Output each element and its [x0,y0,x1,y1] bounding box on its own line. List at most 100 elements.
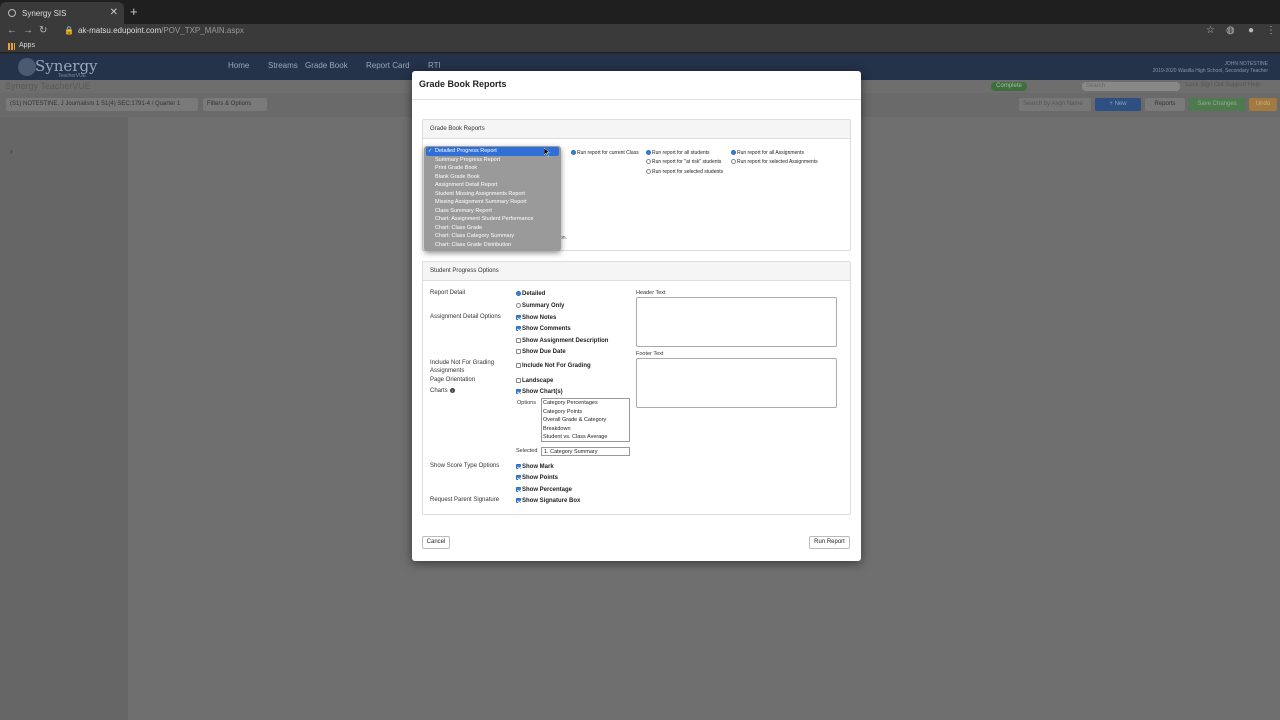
checkbox-icon [516,338,521,343]
option-label: Include Not For Grading [522,363,591,370]
complete-badge: Complete [991,82,1027,91]
new-tab-icon[interactable]: + [130,4,138,19]
dropdown-option[interactable]: Blank Grade Book [424,173,561,182]
undo-button[interactable]: Undo [1249,98,1277,111]
run-report-button[interactable]: Run Report [809,536,850,549]
show-charts-checkbox[interactable]: Show Chart(s) [516,389,563,395]
summary-only-radio[interactable]: Summary Only [516,303,564,309]
detailed-radio[interactable]: Detailed [516,291,545,297]
checkmark-icon: ✓ [428,148,433,154]
reports-button[interactable]: Reports [1145,98,1185,111]
dropdown-option[interactable]: Chart: Assignment Student Performance [424,215,561,224]
parent-signature-label: Request Parent Signature [430,497,500,503]
page-orientation-label: Page Orientation [430,377,476,383]
radio-icon [646,150,651,156]
back-icon[interactable]: ← [7,25,17,36]
browser-tab-bar: Synergy SIS ✕ + [0,0,1280,24]
nav-grade-book[interactable]: Grade Book [305,61,348,70]
synergy-favicon-icon [8,9,16,17]
nav-rti[interactable]: RTI [428,61,441,70]
checkbox-icon [516,315,521,320]
user-name: JOHN NOTESTINE [1224,61,1268,67]
assignment-search-input[interactable]: Search by Asgn Name [1019,98,1091,111]
app-links[interactable]: Lock Sign Out Support Help [1186,82,1260,88]
dropdown-option[interactable]: Assignment Detail Report [424,181,561,190]
dropdown-option[interactable]: Print Grade Book [424,164,561,173]
extension-icon[interactable]: ◍ [1226,25,1235,36]
student-list-panel: › [0,117,128,720]
bookmark-apps[interactable]: Apps [19,42,35,49]
header-text-field[interactable] [636,297,837,347]
option-label: Show Points [522,475,558,482]
app-search-input[interactable]: Search [1082,82,1180,91]
dropdown-option[interactable]: Chart: Class Grade Distribution [424,241,561,250]
include-nfg-label-2: Assignments [430,368,465,374]
expand-caret-icon[interactable]: › [10,147,13,156]
show-percentage-checkbox[interactable]: Show Percentage [516,487,572,493]
user-info: JOHN NOTESTINE 2019-2020 Wasilla High Sc… [1153,61,1268,75]
nav-report-card[interactable]: Report Card [366,61,410,70]
nav-home[interactable]: Home [228,61,249,70]
option-label: Show Comments [522,326,571,333]
show-mark-checkbox[interactable]: Show Mark [516,464,554,470]
run-all-students-option[interactable]: Run report for all students [646,150,710,156]
modal-title: Grade Book Reports [419,79,507,89]
landscape-checkbox[interactable]: Landscape [516,378,553,384]
show-points-checkbox[interactable]: Show Points [516,475,558,481]
option-label: Show Assignment Description [522,338,609,345]
list-item[interactable]: Overall Grade & Category [542,416,629,425]
list-item[interactable]: Breakdown [542,425,629,434]
save-changes-button[interactable]: Save Changes [1189,98,1245,111]
dropdown-option[interactable]: Missing Assignment Summary Report [424,198,561,207]
checkbox-icon [516,349,521,354]
class-select[interactable]: (S1) NOTESTINE, J Journalism 1 S1(4) SEC… [6,98,198,111]
reload-icon[interactable]: ↻ [39,25,47,36]
info-icon[interactable]: i [449,388,455,393]
run-selected-students-option[interactable]: Run report for selected students [646,169,723,175]
list-item[interactable]: Category Percentages [542,399,629,408]
run-current-class-option[interactable]: Run report for current Class [571,150,639,156]
filters-options-button[interactable]: Filters & Options [203,98,267,111]
option-label: Show Mark [522,464,554,471]
browser-tab[interactable]: Synergy SIS ✕ [0,2,124,24]
option-label: Show Signature Box [522,498,581,505]
show-notes-checkbox[interactable]: Show Notes [516,315,556,321]
dropdown-option[interactable]: Class Summary Report [424,207,561,216]
new-button[interactable]: + New [1095,98,1141,111]
url-field[interactable]: 🔒 ak-matsu.edupoint.com/POV_TXP_MAIN.aspx [64,26,244,35]
run-selected-assignments-option[interactable]: Run report for selected Assignments [731,159,818,165]
forward-icon[interactable]: → [23,25,33,36]
charts-label: Charts i [430,388,455,394]
chart-options-listbox[interactable]: Category Percentages Category Points Ove… [541,398,630,442]
dropdown-option[interactable]: Student Missing Assignments Report [424,190,561,199]
profile-avatar-icon[interactable]: ● [1248,25,1254,36]
dropdown-option[interactable]: Chart: Class Grade [424,224,561,233]
dropdown-option[interactable]: Chart: Class Category Summary [424,232,561,241]
show-comments-checkbox[interactable]: Show Comments [516,326,571,332]
selected-charts-box[interactable]: 1. Category Summary [541,447,630,456]
nav-streams[interactable]: Streams [268,61,298,70]
report-type-dropdown[interactable]: ✓ Detailed Progress Report Summary Progre… [424,146,561,251]
dropdown-option-selected[interactable]: ✓ Detailed Progress Report [426,147,559,156]
list-item[interactable]: Student vs. Class Average [542,433,629,442]
star-icon[interactable]: ☆ [1206,25,1215,36]
option-label: Detailed [522,291,546,298]
menu-icon[interactable]: ⋮ [1266,25,1276,36]
dropdown-option[interactable]: Summary Progress Report [424,156,561,165]
close-tab-icon[interactable]: ✕ [110,7,118,18]
footer-text-field[interactable] [636,358,837,408]
list-item[interactable]: Category Points [542,408,629,417]
option-label: Show Notes [522,315,557,322]
show-due-date-checkbox[interactable]: Show Due Date [516,349,566,355]
include-nfg-checkbox[interactable]: Include Not For Grading [516,363,591,369]
checkbox-icon [516,389,521,394]
radio-icon [731,159,736,165]
checkbox-icon [516,475,521,480]
url-path: /POV_TXP_MAIN.aspx [161,26,244,35]
option-label: Show Chart(s) [522,389,563,396]
show-assignment-description-checkbox[interactable]: Show Assignment Description [516,338,608,344]
show-signature-box-checkbox[interactable]: Show Signature Box [516,498,580,504]
run-all-assignments-option[interactable]: Run report for all Assignments [731,150,804,156]
cancel-button[interactable]: Cancel [422,536,450,549]
run-at-risk-option[interactable]: Run report for "at risk" students [646,159,721,165]
